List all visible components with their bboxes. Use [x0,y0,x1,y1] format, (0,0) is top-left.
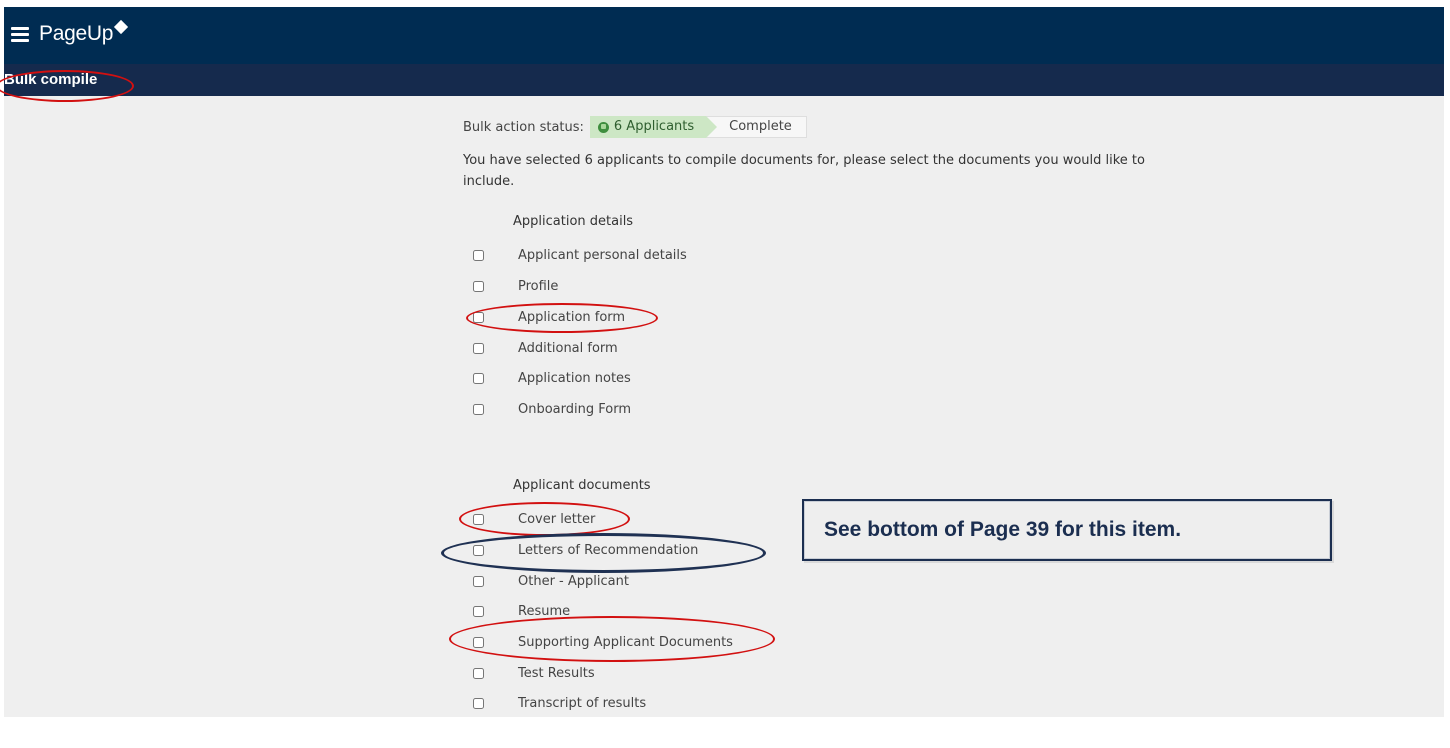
section-heading-application-details: Application details [513,214,634,229]
logo-diamond-icon [114,19,129,35]
intro-text: You have selected 6 applicants to compil… [463,153,1145,189]
option-label: Test Results [518,665,595,681]
status-step-applicants-label: 6 Applicants [613,119,695,134]
checkbox-applicant-personal-details[interactable] [473,249,484,261]
option-label: Resume [518,603,571,619]
checkbox-letters-of-recommendation[interactable] [473,544,484,556]
option-test-results[interactable]: Test Results [473,662,595,684]
option-onboarding-form[interactable]: Onboarding Form [473,398,631,420]
callout-text: See bottom of Page 39 for this item. [824,518,1182,541]
status-step-complete-label: Complete [729,119,792,134]
checkbox-additional-form[interactable] [473,342,484,354]
status-step-complete: Complete [706,116,807,138]
option-letters-of-recommendation[interactable]: Letters of Recommendation [473,539,698,561]
option-label: Supporting Applicant Documents [518,634,733,650]
checkbox-application-notes[interactable] [473,372,484,384]
hamburger-menu-icon[interactable] [11,27,29,43]
checkbox-test-results[interactable] [473,667,484,679]
page-title: Bulk compile [4,71,98,88]
option-label: Additional form [518,340,618,356]
app-frame: PageUp Bulk compile [4,7,1444,717]
option-profile[interactable]: Profile [473,275,558,297]
option-application-form[interactable]: Application form [473,306,625,328]
option-label: Letters of Recommendation [518,542,699,558]
option-label: Profile [518,278,559,294]
option-label: Cover letter [518,511,596,527]
checkbox-other-applicant[interactable] [473,575,484,587]
top-navigation-bar: PageUp [4,7,1444,64]
checkbox-cover-letter[interactable] [473,513,484,525]
option-other-applicant[interactable]: Other - Applicant [473,570,629,592]
checkbox-onboarding-form[interactable] [473,403,484,415]
pageup-logo[interactable]: PageUp [39,19,129,46]
status-steps: 6 Applicants Complete [589,116,807,138]
option-label: Transcript of results [518,695,647,711]
bulk-action-status: Bulk action status: 6 Applicants Complet… [463,116,807,138]
checkbox-profile[interactable] [473,280,484,292]
checkbox-application-form[interactable] [473,311,484,323]
checkbox-resume[interactable] [473,605,484,617]
callout-box: See bottom of Page 39 for this item. [802,499,1332,561]
applicants-step-icon [597,121,609,133]
option-applicant-personal-details[interactable]: Applicant personal details [473,244,687,266]
option-additional-form[interactable]: Additional form [473,337,618,359]
option-label: Application form [518,309,626,325]
section-heading-applicant-documents: Applicant documents [513,478,651,493]
option-label: Onboarding Form [518,401,631,417]
status-label: Bulk action status: [463,119,584,135]
option-supporting-applicant-documents[interactable]: Supporting Applicant Documents [473,631,733,653]
checkbox-supporting-applicant-documents[interactable] [473,636,484,648]
option-transcript-of-results[interactable]: Transcript of results [473,692,646,714]
option-application-notes[interactable]: Application notes [473,367,631,389]
option-label: Applicant personal details [518,247,687,263]
page-header-bar: Bulk compile [4,64,1444,96]
option-cover-letter[interactable]: Cover letter [473,508,595,530]
option-label: Other - Applicant [518,573,629,589]
logo-text: PageUp [39,22,114,45]
option-resume[interactable]: Resume [473,600,570,622]
status-step-applicants: 6 Applicants [589,116,718,138]
option-label: Application notes [518,370,631,386]
checkbox-transcript-of-results[interactable] [473,697,484,709]
